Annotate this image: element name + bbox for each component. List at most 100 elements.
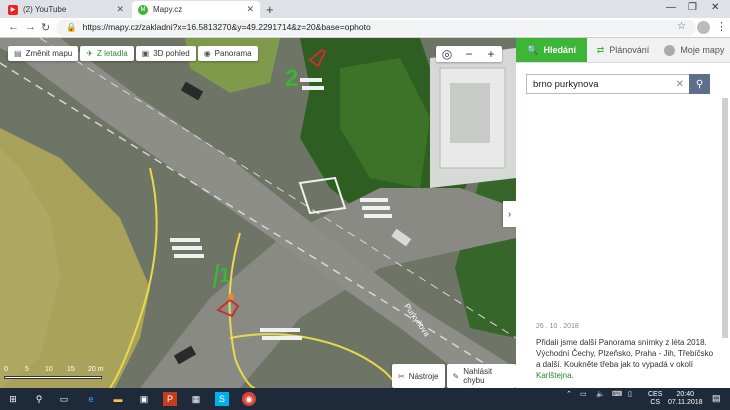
pencil-icon: ✎ [452, 371, 460, 381]
browser-toolbar: ← → ↻ 🔒 https://mapy.cz/zakladni?x=16.581… [0, 18, 730, 38]
url-text: https://mapy.cz/zakladni?x=16.5813270&y=… [82, 22, 371, 32]
clear-icon[interactable]: ✕ [671, 79, 689, 90]
back-icon[interactable]: ← [8, 21, 19, 33]
view-3d-button[interactable]: ▣ 3D pohled [135, 46, 196, 61]
maximize-icon[interactable]: ❐ [688, 2, 697, 13]
forward-icon[interactable]: → [25, 21, 36, 33]
locate-icon[interactable]: ◎ [436, 46, 458, 62]
scale-bar: 0 5 10 15 20 m [4, 366, 104, 386]
tab-label: (2) YouTube [23, 5, 67, 14]
wrench-icon: ✂ [398, 371, 405, 381]
mapy-icon: M [138, 4, 148, 15]
change-map-label: Změnit mapu [25, 49, 73, 58]
scale-tick: 5 [25, 366, 29, 373]
chevron-up-icon[interactable]: ⌃ [566, 391, 572, 399]
tab-my-maps[interactable]: Moje mapy [658, 38, 730, 63]
eye-icon: ◉ [203, 49, 211, 58]
profile-avatar[interactable] [697, 21, 710, 34]
network-icon[interactable]: ▭ [580, 391, 587, 399]
tab-planning[interactable]: ⇄ Plánování [587, 38, 659, 63]
map-view[interactable]: 2 1 Purkyňova ▤ Změnit mapu ✈ Z letadla ▣ 3… [0, 38, 516, 388]
keyboard-icon[interactable]: ⌨ [612, 391, 622, 399]
tab-label: Mapy.cz [153, 5, 183, 14]
clock-date: 07.11.2018 [668, 399, 703, 406]
marker-2-label: 2 [285, 65, 298, 92]
tools-button[interactable]: ✂ Nástroje [392, 364, 445, 388]
cube-icon: ▣ [141, 49, 150, 58]
collapse-panel-button[interactable]: › [503, 201, 516, 227]
view-3d-label: 3D pohled [153, 49, 190, 58]
scale-tick: 20 m [88, 366, 104, 373]
browser-tab-bar: ▶ (2) YouTube ✕ M Mapy.cz ✕ + — ❐ ✕ [0, 0, 730, 18]
report-error-button[interactable]: ✎ Nahlásit chybu [446, 364, 516, 388]
store-icon[interactable]: ▣ [137, 392, 151, 406]
address-bar[interactable]: 🔒 https://mapy.cz/zakladni?x=16.5813270&y… [56, 20, 696, 36]
language-top: CES [648, 391, 663, 398]
scale-tick: 15 [67, 366, 75, 373]
change-map-button[interactable]: ▤ Změnit mapu [8, 46, 79, 61]
zoom-out-button[interactable]: − [458, 46, 480, 62]
scale-tick: 10 [45, 366, 53, 373]
tab-search-label: Hledání [543, 45, 577, 55]
search-input[interactable] [527, 78, 671, 90]
side-panel: 🔍 Hledání ⇄ Plánování Moje mapy ✕ ⚲ 26 . 1… [516, 38, 730, 388]
lock-icon: 🔒 [66, 22, 77, 32]
news-end: . [571, 371, 574, 380]
zoom-controls: ◎ − + [436, 46, 502, 62]
close-icon[interactable]: ✕ [246, 4, 254, 15]
panorama-label: Panorama [214, 49, 252, 58]
language-bottom: CS [650, 399, 661, 406]
skype-icon[interactable]: S [215, 392, 229, 406]
language-indicator[interactable]: CES CS [648, 391, 662, 407]
tab-my-maps-label: Moje mapy [680, 45, 725, 55]
search-icon: 🔍 [527, 44, 539, 55]
panorama-button[interactable]: ◉ Panorama [197, 46, 258, 61]
windows-start-icon[interactable]: ⊞ [6, 392, 20, 406]
menu-icon[interactable]: ⋮ [716, 20, 727, 33]
marker-1-label: 1 [219, 265, 230, 287]
powerpoint-icon[interactable]: P [163, 392, 177, 406]
task-view-icon[interactable]: ▭ [57, 392, 71, 406]
app-icon[interactable]: ▦ [189, 392, 203, 406]
clock-time: 20:40 [676, 391, 695, 398]
clock[interactable]: 20:40 07.11.2018 [668, 391, 703, 407]
battery-icon[interactable]: ▯ [628, 391, 632, 399]
user-icon [664, 44, 676, 56]
close-icon[interactable]: ✕ [116, 4, 124, 15]
search-icon: ⚲ [695, 78, 704, 90]
map-mode-buttons: ▤ Změnit mapu ✈ Z letadla ▣ 3D pohled ◉ Pano… [8, 46, 258, 61]
minimize-icon[interactable]: — [666, 2, 676, 13]
tab-planning-label: Plánování [609, 45, 650, 55]
reload-icon[interactable]: ↻ [41, 21, 50, 34]
file-explorer-icon[interactable]: ▬ [111, 392, 125, 406]
layers-icon: ▤ [14, 49, 22, 58]
tab-search[interactable]: 🔍 Hledání [516, 38, 588, 63]
report-label: Nahlásit chybu [463, 367, 493, 385]
notification-icon[interactable]: ▤ [712, 394, 721, 403]
tab-mapy[interactable]: M Mapy.cz ✕ [132, 1, 260, 18]
search-box: ✕ [526, 74, 710, 94]
aerial-label: Z letadla [96, 49, 128, 58]
aerial-button[interactable]: ✈ Z letadla [80, 46, 134, 61]
zoom-in-button[interactable]: + [480, 46, 502, 62]
taskbar: ⊞ ⚲ ▭ e ▬ ▣ P ▦ S ◉ ⌃ ▭ 🔈 ⌨ ▯ CES CS 20:… [0, 388, 730, 410]
window-close-icon[interactable]: ✕ [711, 2, 719, 13]
news-item: 26 . 10 . 2018 Přidali jsme další Panora… [536, 321, 714, 381]
search-icon[interactable]: ⚲ [32, 392, 46, 406]
chrome-icon[interactable]: ◉ [242, 392, 256, 406]
search-button[interactable]: ⚲ [689, 74, 710, 94]
route-icon: ⇄ [596, 44, 605, 55]
panel-scrollbar[interactable] [722, 98, 728, 338]
news-link[interactable]: Karlštejna [536, 371, 572, 380]
new-tab-button[interactable]: + [266, 2, 274, 17]
youtube-icon: ▶ [8, 4, 18, 15]
tab-youtube[interactable]: ▶ (2) YouTube ✕ [2, 1, 130, 18]
news-text: Přidali jsme další Panorama snímky z lét… [536, 338, 714, 369]
plane-icon: ✈ [86, 49, 93, 58]
star-icon[interactable]: ☆ [677, 21, 686, 32]
panel-tabs: 🔍 Hledání ⇄ Plánování Moje mapy [516, 38, 730, 63]
volume-icon[interactable]: 🔈 [596, 391, 605, 399]
aerial-photo: 2 1 Purkyňova [0, 38, 516, 388]
map-tools: ✂ Nástroje ✎ Nahlásit chybu [392, 364, 516, 388]
edge-icon[interactable]: e [84, 392, 98, 406]
